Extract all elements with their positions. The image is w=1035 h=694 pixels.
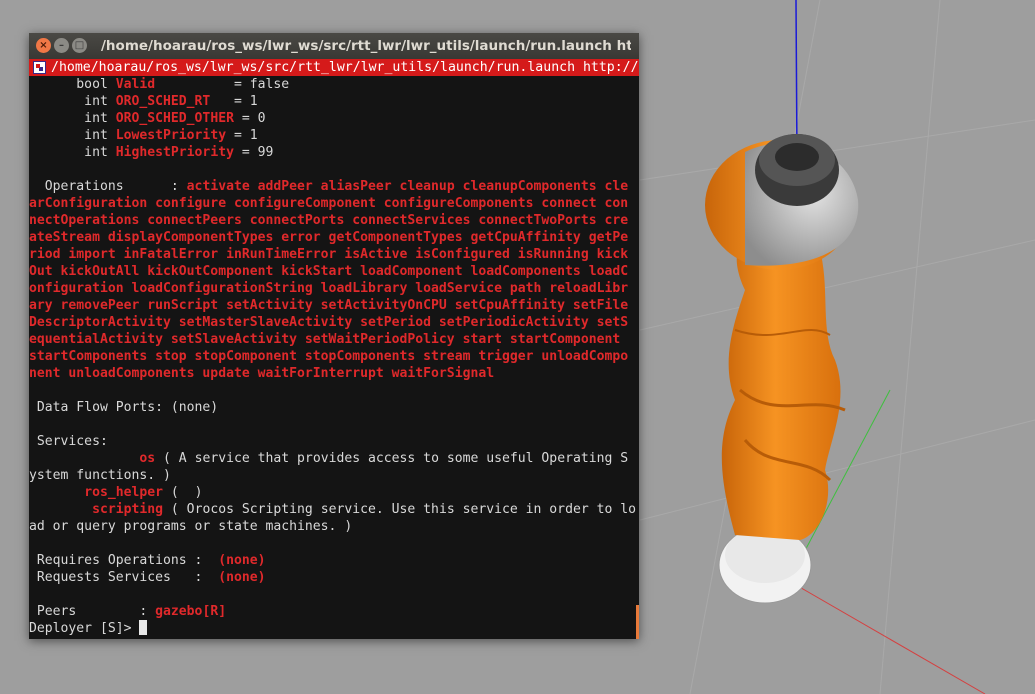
terminal-line: int ORO_SCHED_RT = 1: [29, 93, 639, 110]
output-text: = 1: [210, 94, 258, 109]
output-text: ( Orocos Scripting service. Use this ser…: [163, 502, 637, 517]
terminal-line: Peers : gazebo[R]: [29, 603, 639, 620]
highlighted-text: equentialActivity setSlaveActivity setWa…: [29, 332, 621, 347]
scrollbar-thumb[interactable]: [636, 605, 639, 639]
terminal-line: bool Valid = false: [29, 76, 639, 93]
tab-title: /home/hoarau/ros_ws/lwr_ws/src/rtt_lwr/l…: [51, 60, 639, 75]
highlighted-text: (none): [218, 570, 266, 585]
output-text: = false: [155, 77, 290, 92]
output-text: int: [29, 145, 116, 160]
output-text: Requests Services :: [29, 570, 219, 585]
terminal-output[interactable]: bool Valid = false int ORO_SCHED_RT = 1 …: [29, 76, 639, 639]
highlighted-text: scripting: [92, 502, 164, 517]
output-text: = 1: [226, 128, 258, 143]
terminal-line: nectOperations connectPeers connectPorts…: [29, 212, 639, 229]
highlighted-text: arConfiguration configure configureCompo…: [29, 196, 629, 211]
text-cursor: [139, 620, 148, 635]
output-text: Data Flow Ports: (none): [29, 400, 219, 415]
terminal-line: int LowestPriority = 1: [29, 127, 639, 144]
output-text: bool: [29, 77, 116, 92]
window-titlebar[interactable]: × – □ /home/hoarau/ros_ws/lwr_ws/src/rtt…: [29, 33, 639, 59]
terminal-line: ateStream displayComponentTypes error ge…: [29, 229, 639, 246]
output-text: Requires Operations :: [29, 553, 219, 568]
highlighted-text: gazebo[R]: [155, 604, 227, 619]
highlighted-text: DescriptorActivity setMasterSlaveActivit…: [29, 315, 629, 330]
highlighted-text: os: [139, 451, 156, 466]
highlighted-text: ary removePeer runScript setActivity set…: [29, 298, 629, 313]
maximize-window-button[interactable]: □: [72, 38, 87, 53]
highlighted-text: nectOperations connectPeers connectPorts…: [29, 213, 629, 228]
terminal-line: onfiguration loadConfigurationString loa…: [29, 280, 639, 297]
terminal-line: equentialActivity setSlaveActivity setWa…: [29, 331, 639, 348]
highlighted-text: ateStream displayComponentTypes error ge…: [29, 230, 629, 245]
output-text: ( ): [163, 485, 203, 500]
highlighted-text: Out kickOutAll kickOutComponent kickStar…: [29, 264, 629, 279]
output-text: Services:: [29, 434, 108, 449]
terminal-line: Operations : activate addPeer aliasPeer …: [29, 178, 639, 195]
output-text: int: [29, 111, 116, 126]
highlighted-text: LowestPriority: [115, 128, 227, 143]
deployer-prompt: Deployer [S]>: [29, 621, 140, 636]
terminal-app-icon: [33, 61, 46, 74]
terminal-line: ary removePeer runScript setActivity set…: [29, 297, 639, 314]
highlighted-text: ros_helper: [84, 485, 164, 500]
highlighted-text: nent unloadComponents update waitForInte…: [29, 366, 495, 381]
terminal-window[interactable]: × – □ /home/hoarau/ros_ws/lwr_ws/src/rtt…: [29, 33, 639, 639]
terminal-line: os ( A service that provides access to s…: [29, 450, 639, 467]
terminal-line: nent unloadComponents update waitForInte…: [29, 365, 639, 382]
output-text: int: [29, 94, 116, 109]
terminal-line: Requires Operations : (none): [29, 552, 639, 569]
prompt-line[interactable]: Deployer [S]>: [29, 620, 639, 637]
highlighted-text: HighestPriority: [115, 145, 234, 160]
terminal-line: Out kickOutAll kickOutComponent kickStar…: [29, 263, 639, 280]
output-text: Operations :: [29, 179, 187, 194]
highlighted-text: ORO_SCHED_OTHER: [115, 111, 234, 126]
output-text: ystem functions. ): [29, 468, 171, 483]
terminal-line: scripting ( Orocos Scripting service. Us…: [29, 501, 639, 518]
output-text: ( A service that provides access to some…: [155, 451, 629, 466]
terminal-line: arConfiguration configure configureCompo…: [29, 195, 639, 212]
terminal-line: ros_helper ( ): [29, 484, 639, 501]
terminal-line: Requests Services : (none): [29, 569, 639, 586]
terminal-line: ad or query programs or state machines. …: [29, 518, 639, 535]
window-title: /home/hoarau/ros_ws/lwr_ws/src/rtt_lwr/l…: [101, 38, 631, 54]
terminal-line: riod import inFatalError inRunTimeError …: [29, 246, 639, 263]
output-text: Peers :: [29, 604, 156, 619]
highlighted-text: onfiguration loadConfigurationString loa…: [29, 281, 629, 296]
close-window-button[interactable]: ×: [36, 38, 51, 53]
highlighted-text: (none): [218, 553, 266, 568]
terminal-line: startComponents stop stopComponent stopC…: [29, 348, 639, 365]
minimize-window-button[interactable]: –: [54, 38, 69, 53]
highlighted-text: ORO_SCHED_RT: [115, 94, 211, 109]
output-text: = 99: [233, 145, 274, 160]
terminal-line: int ORO_SCHED_OTHER = 0: [29, 110, 639, 127]
terminal-line: int HighestPriority = 99: [29, 144, 639, 161]
highlighted-text: activate addPeer aliasPeer cleanup clean…: [186, 179, 629, 194]
highlighted-text: startComponents stop stopComponent stopC…: [29, 349, 629, 364]
terminal-tab[interactable]: /home/hoarau/ros_ws/lwr_ws/src/rtt_lwr/l…: [29, 59, 639, 76]
highlighted-text: Valid: [115, 77, 156, 92]
output-text: int: [29, 128, 116, 143]
terminal-line: DescriptorActivity setMasterSlaveActivit…: [29, 314, 639, 331]
terminal-line: Data Flow Ports: (none): [29, 399, 639, 416]
output-text: ad or query programs or state machines. …: [29, 519, 353, 534]
output-text: = 0: [233, 111, 266, 126]
terminal-line: Services:: [29, 433, 639, 450]
terminal-line: ystem functions. ): [29, 467, 639, 484]
highlighted-text: riod import inFatalError inRunTimeError …: [29, 247, 629, 262]
